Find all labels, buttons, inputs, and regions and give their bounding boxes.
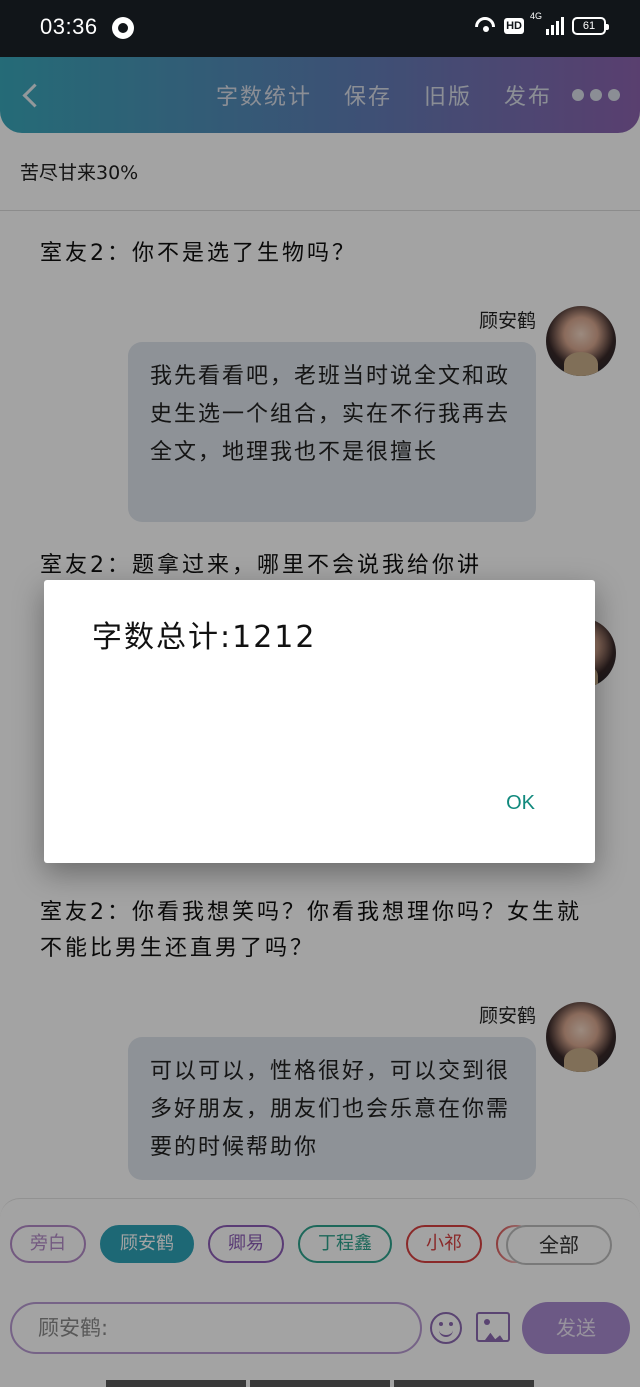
hd-badge: HD xyxy=(504,18,524,34)
dialog-message: 字数总计:1212 xyxy=(92,620,317,655)
status-bar: 03:36 HD 4G 61 xyxy=(0,0,640,57)
app-notification-icon xyxy=(112,17,134,39)
battery-icon: 61 xyxy=(572,17,609,35)
signal-icon: 4G xyxy=(530,11,564,35)
ok-button[interactable]: OK xyxy=(506,792,535,815)
wifi-icon xyxy=(474,17,496,35)
status-time: 03:36 xyxy=(40,14,98,39)
status-icons: HD 4G 61 xyxy=(474,11,609,35)
word-count-dialog: 字数总计:1212 OK xyxy=(44,580,595,863)
battery-level: 61 xyxy=(582,20,596,32)
network-type-label: 4G xyxy=(530,11,543,21)
